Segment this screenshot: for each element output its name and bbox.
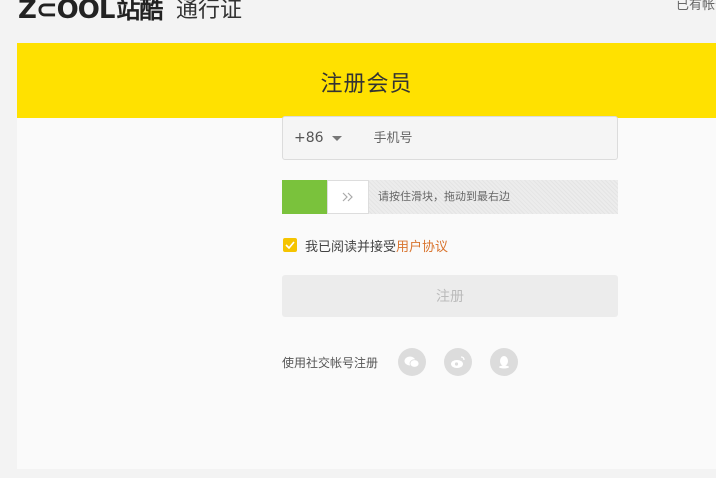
- phone-field: +86: [282, 116, 618, 160]
- agreement-row: 我已阅读并接受 用户协议: [283, 236, 448, 255]
- wechat-icon[interactable]: [398, 348, 427, 376]
- login-link[interactable]: 已有帐号: [676, 0, 716, 13]
- register-banner: 注册会员: [17, 43, 716, 118]
- check-icon: [285, 241, 295, 249]
- social-label: 使用社交帐号注册: [282, 355, 379, 370]
- register-card: 注册会员: [17, 43, 716, 469]
- zcool-logo[interactable]: Z⊂OOL站酷: [18, 0, 163, 25]
- qq-icon[interactable]: [490, 348, 519, 376]
- top-header: Z⊂OOL站酷 通行证 已有帐号: [0, 0, 716, 40]
- slider-progress: [282, 180, 328, 214]
- logo-cn-text: 站酷: [116, 0, 163, 24]
- page-title: 注册会员: [320, 72, 413, 97]
- agree-label: 我已阅读并接受: [305, 239, 397, 255]
- page-subtitle: 通行证: [176, 0, 243, 23]
- phone-input[interactable]: [373, 130, 574, 146]
- weibo-icon[interactable]: [444, 348, 473, 376]
- logo-text: Z⊂OOL: [18, 0, 115, 25]
- country-code-select[interactable]: +86: [294, 130, 324, 146]
- slider-handle[interactable]: [327, 180, 369, 214]
- slider-hint: 请按住滑块，拖动到最右边: [378, 190, 510, 203]
- double-chevron-right-icon: [342, 192, 353, 202]
- agree-checkbox[interactable]: [283, 238, 297, 252]
- register-button[interactable]: 注册: [282, 275, 618, 317]
- chevron-down-icon[interactable]: [331, 135, 342, 141]
- social-login-row: 使用社交帐号注册: [282, 348, 536, 376]
- user-agreement-link[interactable]: 用户协议: [396, 236, 448, 255]
- slide-captcha: 请按住滑块，拖动到最右边: [282, 180, 618, 214]
